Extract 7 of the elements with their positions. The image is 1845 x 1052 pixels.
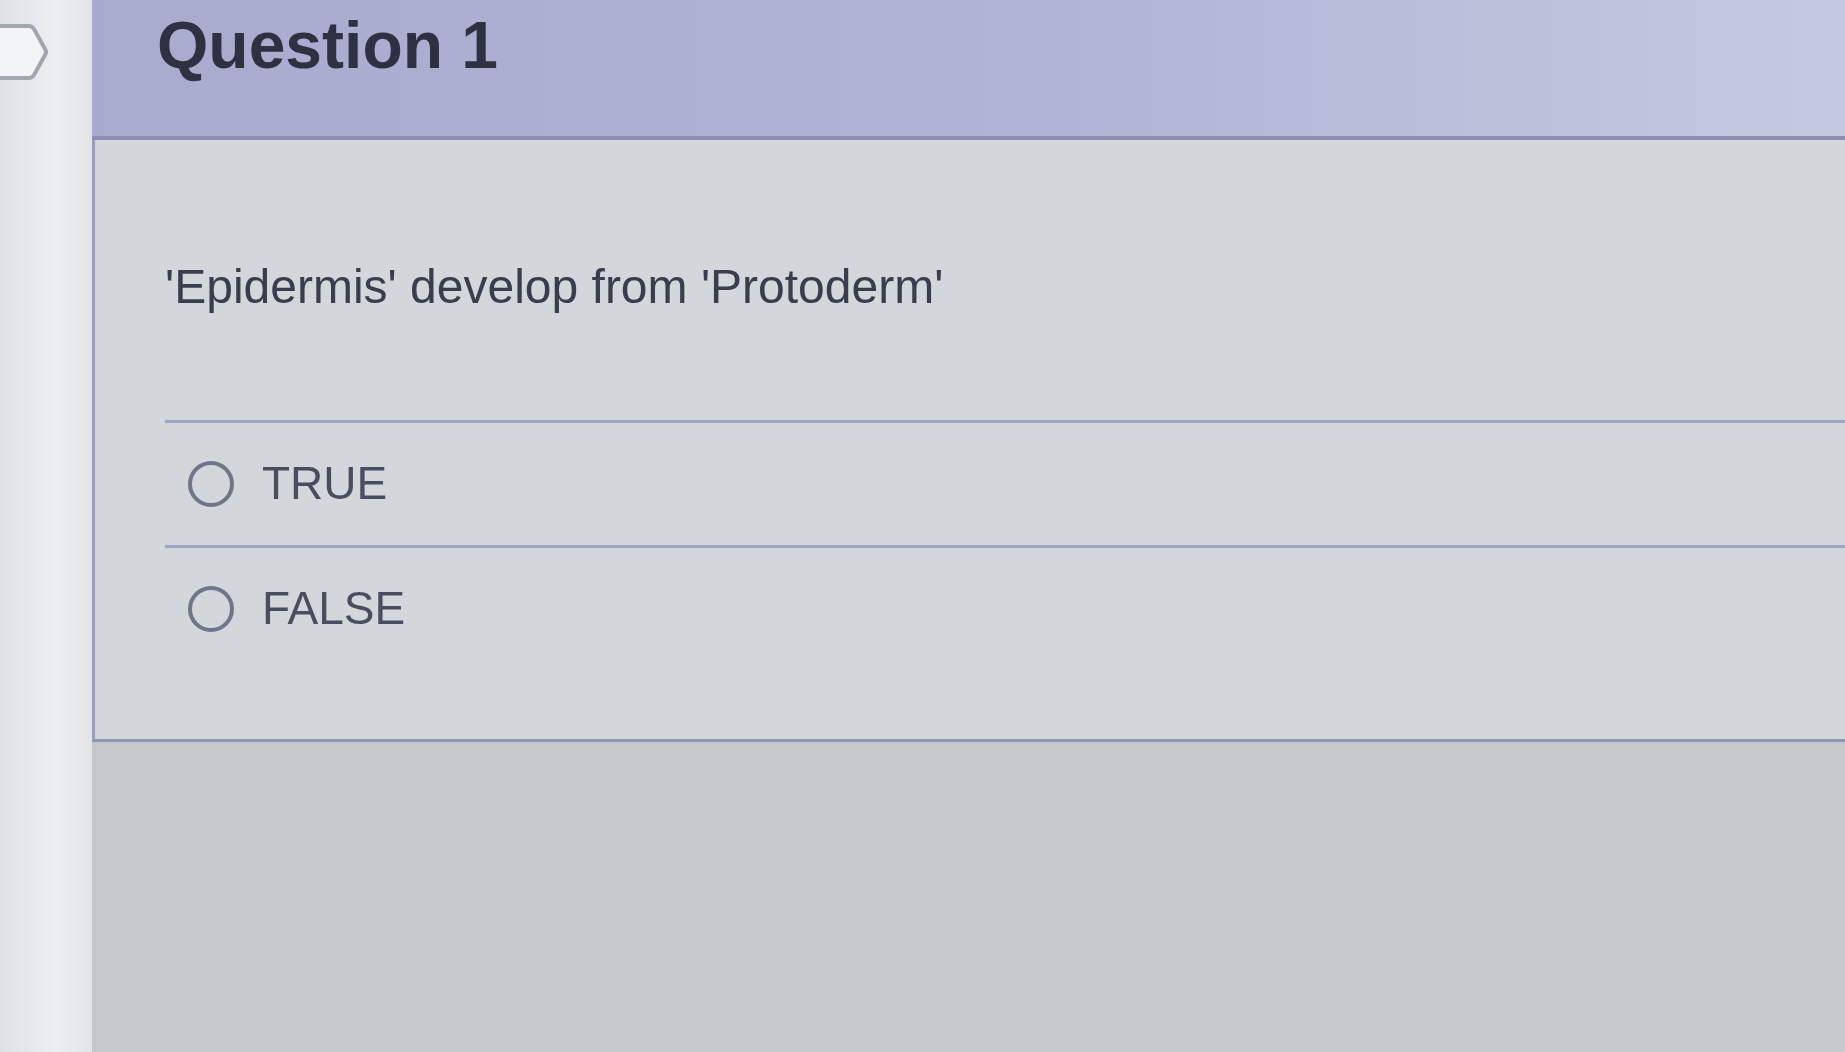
radio-button[interactable] — [188, 461, 234, 507]
flag-outline-icon[interactable] — [0, 21, 48, 83]
answer-label[interactable]: FALSE — [262, 581, 406, 637]
question-text: 'Epidermis' develop from 'Protoderm' — [165, 259, 945, 315]
question-title: Question 1 — [157, 7, 500, 84]
answer-label[interactable]: TRUE — [262, 456, 388, 512]
radio-button[interactable] — [188, 586, 234, 632]
